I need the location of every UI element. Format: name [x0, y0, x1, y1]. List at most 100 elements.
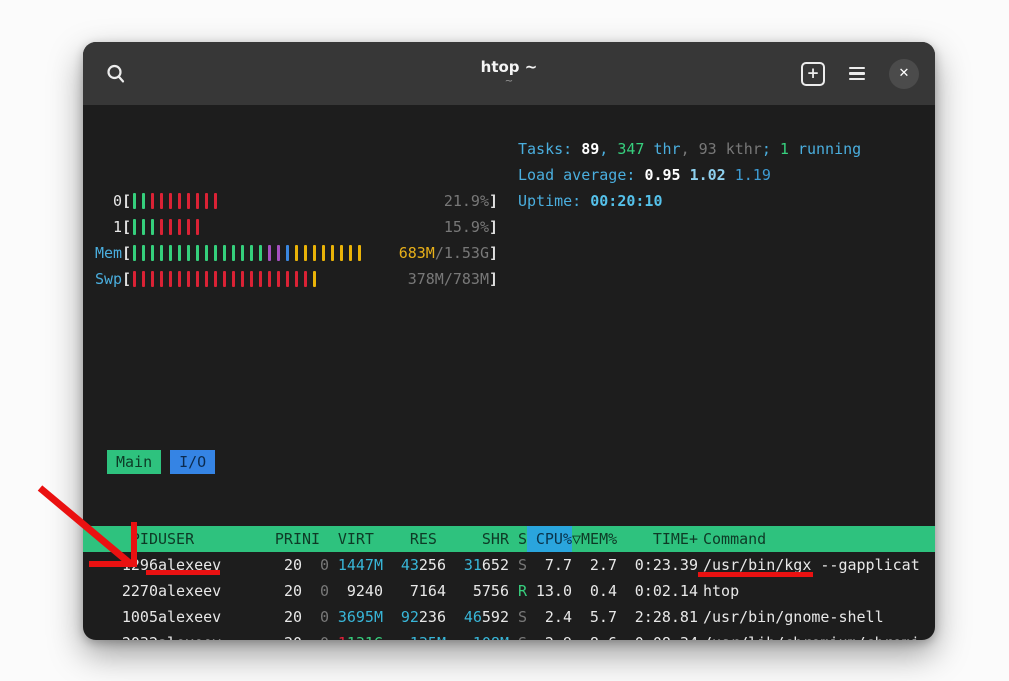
cell-user: alexeev	[158, 578, 248, 604]
mem-meter: Mem[683M/1.53G]	[95, 240, 925, 266]
cell-user: alexeev	[158, 552, 248, 578]
text-segment: 1447M	[338, 556, 383, 574]
search-button[interactable]	[103, 61, 129, 87]
meter-bar	[169, 271, 172, 287]
text-segment: 236	[419, 608, 446, 626]
column-header-pid[interactable]: PID	[95, 526, 158, 552]
cell-cpu: 2.4	[527, 604, 572, 630]
meter-bar	[277, 245, 280, 261]
cell-time: 2:28.81	[617, 604, 698, 630]
column-header-cpu[interactable]: CPU%	[527, 526, 572, 552]
text-segment: 31	[464, 556, 482, 574]
text-segment: 43	[401, 556, 419, 574]
text-segment	[726, 166, 735, 184]
column-header-s[interactable]: S	[509, 526, 527, 552]
tab-main[interactable]: Main	[107, 450, 161, 474]
cell-user: alexeev	[158, 630, 248, 640]
cell-res: 135M	[383, 630, 446, 640]
meter-bar	[133, 245, 136, 261]
system-stats: Tasks: 89, 347 thr, 93 kthr; 1 runningLo…	[518, 136, 861, 214]
text-segment: 2:28.81	[635, 608, 698, 626]
text-segment: 46	[464, 608, 482, 626]
text-segment: alexeev	[158, 582, 221, 600]
text-segment: 592	[482, 608, 509, 626]
column-header-user[interactable]: USER	[158, 526, 248, 552]
tab-io[interactable]: I/O	[170, 450, 215, 474]
meter-bar	[169, 219, 172, 235]
cell-s: S	[509, 552, 527, 578]
column-header-shr[interactable]: SHR	[446, 526, 509, 552]
text-segment: ,	[599, 140, 617, 158]
meter-bars	[133, 271, 316, 287]
menu-button[interactable]	[849, 67, 865, 81]
cell-pri: 20	[248, 604, 302, 630]
text-segment: /1.53G	[435, 244, 489, 262]
meter-bar	[151, 245, 154, 261]
text-segment: 2.4	[545, 608, 572, 626]
meter-bar	[205, 271, 208, 287]
cell-mem: 2.7	[572, 552, 617, 578]
column-header-cmd[interactable]: Command	[698, 526, 925, 552]
cell-mem: 5.7	[572, 604, 617, 630]
text-segment: 347	[617, 140, 644, 158]
close-button[interactable]: ✕	[889, 59, 919, 89]
meter-bracket: [	[122, 188, 131, 214]
meter-caption: 0	[95, 188, 122, 214]
cell-mem: 0.4	[572, 578, 617, 604]
process-row[interactable]: 1296alexeev2001447M4325631652S7.72.70:23…	[95, 552, 925, 578]
meter-bar	[142, 219, 145, 235]
cell-pid: 2032	[95, 630, 158, 640]
meter-bar	[196, 193, 199, 209]
cell-ni: 0	[302, 578, 329, 604]
meter-bar	[133, 193, 136, 209]
column-header-res[interactable]: RES	[383, 526, 446, 552]
table-header-row: PIDUSERPRINI VIRT RES SHRSCPU%▽MEM%TIME+…	[83, 526, 935, 552]
cell-cmd: /usr/bin/kgx --gapplicat	[698, 552, 925, 578]
text-segment: 131G	[347, 634, 383, 640]
text-segment: alexeev	[158, 634, 221, 640]
text-segment: S	[518, 608, 527, 626]
meter-bar	[187, 271, 190, 287]
cell-virt: 1447M	[329, 552, 383, 578]
column-header-pri[interactable]: PRI	[248, 526, 302, 552]
cell-pri: 20	[248, 630, 302, 640]
column-header-mem[interactable]: ▽MEM%	[572, 526, 617, 552]
terminal-content: 0[21.9%]1[15.9%]Mem[683M/1.53G]Swp[378M/…	[83, 105, 935, 640]
cell-virt: 9240	[329, 578, 383, 604]
column-header-ni[interactable]: NI	[302, 526, 329, 552]
meter-bar	[313, 245, 316, 261]
meter-bar	[259, 245, 262, 261]
meter-value: 15.9%]	[444, 214, 498, 240]
meter-bar	[232, 271, 235, 287]
meter-track: 683M/1.53G]	[131, 240, 500, 266]
text-segment: 00:20:10	[590, 192, 662, 210]
new-tab-button[interactable]: +	[801, 62, 825, 86]
meter-bar	[187, 193, 190, 209]
process-row[interactable]: 2032alexeev2001131G135M108MS2.98.60:08.3…	[95, 630, 925, 640]
column-header-time[interactable]: TIME+	[617, 526, 698, 552]
meter-bar	[232, 245, 235, 261]
meter-bar	[214, 193, 217, 209]
meter-bar	[133, 219, 136, 235]
text-segment: ]	[489, 218, 498, 236]
cell-pri: 20	[248, 578, 302, 604]
process-row[interactable]: 1005alexeev2003695M9223646592S2.45.72:28…	[95, 604, 925, 630]
meter-bar	[277, 271, 280, 287]
hamburger-icon	[849, 67, 865, 70]
cell-cpu: 2.9	[527, 630, 572, 640]
cell-res: 92236	[383, 604, 446, 630]
column-header-virt[interactable]: VIRT	[329, 526, 383, 552]
cell-ni: 0	[302, 604, 329, 630]
cell-res: 43256	[383, 552, 446, 578]
meter-bar	[223, 271, 226, 287]
meter-bar	[133, 271, 136, 287]
process-row[interactable]: 2270alexeev200924071645756R13.00.40:02.1…	[95, 578, 925, 604]
meter-bar	[286, 245, 289, 261]
cell-pid: 1296	[95, 552, 158, 578]
meter-bar	[187, 219, 190, 235]
text-segment: R	[518, 582, 527, 600]
meter-bar	[160, 193, 163, 209]
cpu1-meter: 1[15.9%]	[95, 214, 925, 240]
text-segment: 1.19	[735, 166, 771, 184]
search-icon	[105, 63, 127, 85]
